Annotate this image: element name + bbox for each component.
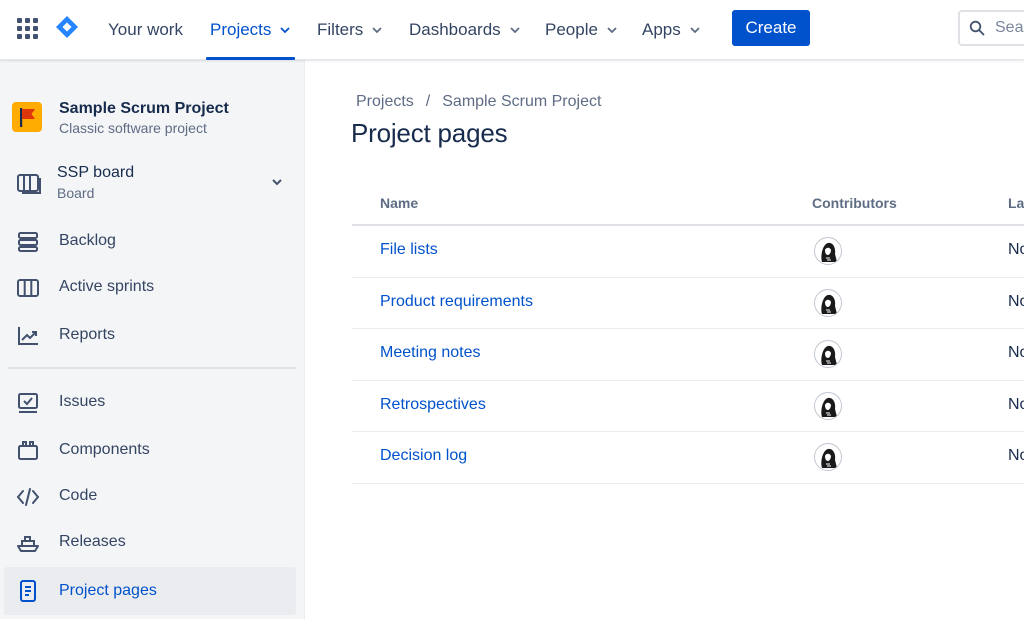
sidebar-item-active-sprints[interactable]: Active sprints [4, 266, 296, 310]
backlog-icon [18, 232, 38, 252]
code-icon [16, 488, 40, 506]
chevron-down-icon [607, 27, 617, 34]
sidebar-item-label: Active sprints [59, 278, 155, 295]
avatar[interactable] [814, 288, 842, 317]
avatar[interactable] [814, 340, 842, 368]
component-icon [18, 441, 38, 460]
project-name: Sample Scrum Project [59, 100, 229, 117]
board-title: SSP board [57, 164, 135, 181]
nav-dashboards-label: Dashboards [409, 20, 501, 39]
main-content: Projects / Sample Scrum Project Project pa… [306, 60, 1024, 619]
board-icon [17, 174, 41, 194]
last-updated-value: No [1008, 447, 1024, 464]
chevron-down-icon [280, 27, 291, 34]
page-icon [20, 580, 36, 602]
jira-logo-icon[interactable] [55, 15, 79, 39]
chart-line-icon [18, 327, 38, 345]
search-input[interactable] [995, 19, 1024, 37]
table-row: Retrospectives No [352, 381, 1024, 432]
sidebar-item-issues[interactable]: Issues [4, 381, 296, 425]
user-avatar-icon [821, 242, 837, 262]
sidebar-item-components[interactable]: Components [4, 429, 296, 473]
sidebar-divider [8, 367, 296, 369]
nav-your-work[interactable]: Your work [108, 0, 183, 60]
nav-apps-label: Apps [642, 20, 681, 39]
table-row: File lists No [352, 226, 1024, 278]
nav-dashboards[interactable]: Dashboards [409, 0, 521, 60]
page-link[interactable]: Decision log [380, 447, 467, 465]
table-row: Meeting notes No [352, 329, 1024, 381]
sidebar-item-code[interactable]: Code [4, 475, 296, 519]
column-header-name[interactable]: Name [380, 195, 418, 211]
page-link[interactable]: Product requirements [380, 293, 533, 311]
nav-filters-label: Filters [317, 20, 364, 39]
page-title: Project pages [351, 118, 508, 148]
table-row: Product requirements No [352, 278, 1024, 329]
nav-people-label: People [545, 20, 598, 39]
sidebar-item-label: Components [59, 441, 150, 458]
board-switcher[interactable]: SSP board Board [4, 158, 296, 208]
last-updated-value: No [1008, 292, 1024, 310]
sidebar-item-label: Project pages [59, 582, 157, 599]
user-avatar-icon [821, 397, 837, 417]
column-header-contributors: Contributors [812, 195, 897, 211]
board-columns-icon [17, 279, 39, 297]
create-button[interactable]: Create [732, 10, 810, 46]
sidebar-item-label: Backlog [59, 232, 116, 249]
last-updated-value: No [1008, 395, 1024, 413]
table-row: Decision log No [352, 432, 1024, 484]
avatar[interactable] [814, 443, 842, 471]
page-link[interactable]: Meeting notes [380, 344, 481, 362]
search-box[interactable] [958, 10, 1024, 46]
chevron-down-icon [272, 179, 282, 186]
project-sidebar: Sample Scrum Project Classic software pr… [0, 60, 305, 619]
pages-table: Name Contributors La File lists No Produ… [352, 182, 1024, 484]
sidebar-item-releases[interactable]: Releases [4, 521, 296, 565]
app-switcher-icon[interactable] [17, 18, 39, 40]
last-updated-value: No [1008, 344, 1024, 361]
sidebar-item-project-pages[interactable]: Project pages [4, 567, 296, 615]
project-header[interactable]: Sample Scrum Project Classic software pr… [12, 100, 292, 140]
last-updated-value: No [1008, 241, 1024, 258]
column-header-last-updated[interactable]: La [1008, 195, 1024, 211]
sidebar-item-label: Issues [59, 393, 106, 410]
breadcrumb: Projects / Sample Scrum Project [356, 93, 601, 111]
chevron-down-icon [690, 27, 700, 34]
issues-icon [18, 393, 38, 413]
project-type: Classic software project [59, 120, 207, 136]
nav-projects[interactable]: Projects [205, 0, 296, 60]
search-icon [969, 20, 985, 36]
sidebar-item-reports[interactable]: Reports [4, 314, 296, 358]
user-avatar-icon [821, 448, 837, 468]
top-navigation: Your work Projects Filters Dashboards Pe… [0, 0, 1024, 60]
nav-apps[interactable]: Apps [642, 0, 701, 60]
project-avatar [12, 102, 42, 132]
chevron-down-icon [510, 27, 520, 34]
ship-icon [17, 536, 39, 552]
sidebar-item-backlog[interactable]: Backlog [4, 220, 296, 264]
user-avatar-icon [821, 345, 837, 365]
nav-your-work-label: Your work [108, 20, 183, 39]
page-link[interactable]: Retrospectives [380, 396, 486, 414]
board-subtitle: Board [57, 185, 95, 201]
page-link[interactable]: File lists [380, 241, 438, 259]
nav-people[interactable]: People [545, 0, 618, 60]
avatar[interactable] [814, 237, 842, 265]
avatar[interactable] [814, 391, 842, 420]
sidebar-item-label: Releases [59, 533, 126, 550]
chevron-down-icon [372, 27, 382, 34]
sidebar-item-label: Reports [59, 326, 116, 343]
nav-filters[interactable]: Filters [317, 0, 383, 60]
sidebar-item-label: Code [59, 487, 98, 504]
breadcrumb-projects[interactable]: Projects [356, 93, 414, 110]
user-avatar-icon [821, 294, 837, 314]
nav-projects-label: Projects [210, 20, 272, 39]
breadcrumb-project[interactable]: Sample Scrum Project [442, 93, 601, 110]
table-header: Name Contributors La [352, 182, 1024, 226]
breadcrumb-separator: / [425, 93, 431, 110]
flag-icon [20, 108, 35, 127]
